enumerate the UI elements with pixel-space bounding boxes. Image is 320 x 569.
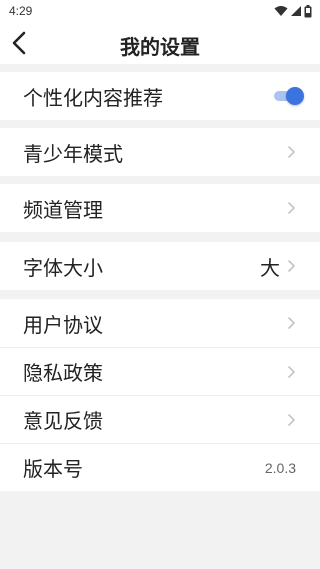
setting-label: 用户协议	[23, 312, 103, 337]
nav-bar: 我的设置	[0, 22, 320, 64]
toggle-knob	[286, 87, 304, 105]
setting-teen-mode[interactable]: 青少年模式	[0, 128, 320, 176]
settings-group: 个性化内容推荐	[0, 72, 320, 120]
setting-label: 频道管理	[23, 197, 103, 222]
setting-personalized-recommendation[interactable]: 个性化内容推荐	[0, 72, 320, 120]
personalized-recommendation-toggle[interactable]	[274, 87, 304, 105]
setting-label: 隐私政策	[23, 361, 103, 385]
status-time: 4:29	[9, 4, 33, 18]
status-bar: 4:29	[0, 0, 320, 22]
setting-feedback[interactable]: 意见反馈	[0, 395, 320, 443]
page-title: 我的设置	[120, 35, 200, 59]
chevron-right-icon	[288, 146, 295, 158]
chevron-right-icon	[288, 413, 295, 426]
wifi-icon	[274, 6, 288, 16]
setting-font-size[interactable]: 字体大小 大	[0, 242, 320, 290]
setting-label: 意见反馈	[23, 409, 103, 433]
settings-group: 频道管理	[0, 184, 320, 232]
setting-version: 版本号 2.0.3	[0, 443, 320, 491]
setting-channel-management[interactable]: 频道管理	[0, 184, 320, 232]
settings-group: 青少年模式	[0, 128, 320, 176]
setting-label: 版本号	[23, 457, 83, 481]
chevron-right-icon	[288, 202, 295, 214]
cellular-signal-icon	[291, 6, 301, 16]
settings-group: 字体大小 大	[0, 242, 320, 290]
setting-label: 青少年模式	[23, 141, 123, 166]
setting-label: 字体大小	[23, 255, 103, 280]
status-icons	[274, 4, 312, 18]
battery-icon	[304, 4, 312, 17]
settings-group: 用户协议 隐私政策 意见反馈 版本号 2.0.3	[0, 299, 320, 491]
chevron-right-icon	[288, 317, 295, 329]
version-value: 2.0.3	[264, 459, 296, 476]
chevron-right-icon	[288, 365, 295, 378]
setting-label: 个性化内容推荐	[23, 85, 163, 110]
font-size-value: 大	[260, 255, 280, 280]
setting-user-agreement[interactable]: 用户协议	[0, 299, 320, 347]
setting-privacy-policy[interactable]: 隐私政策	[0, 347, 320, 395]
chevron-right-icon	[288, 260, 295, 272]
